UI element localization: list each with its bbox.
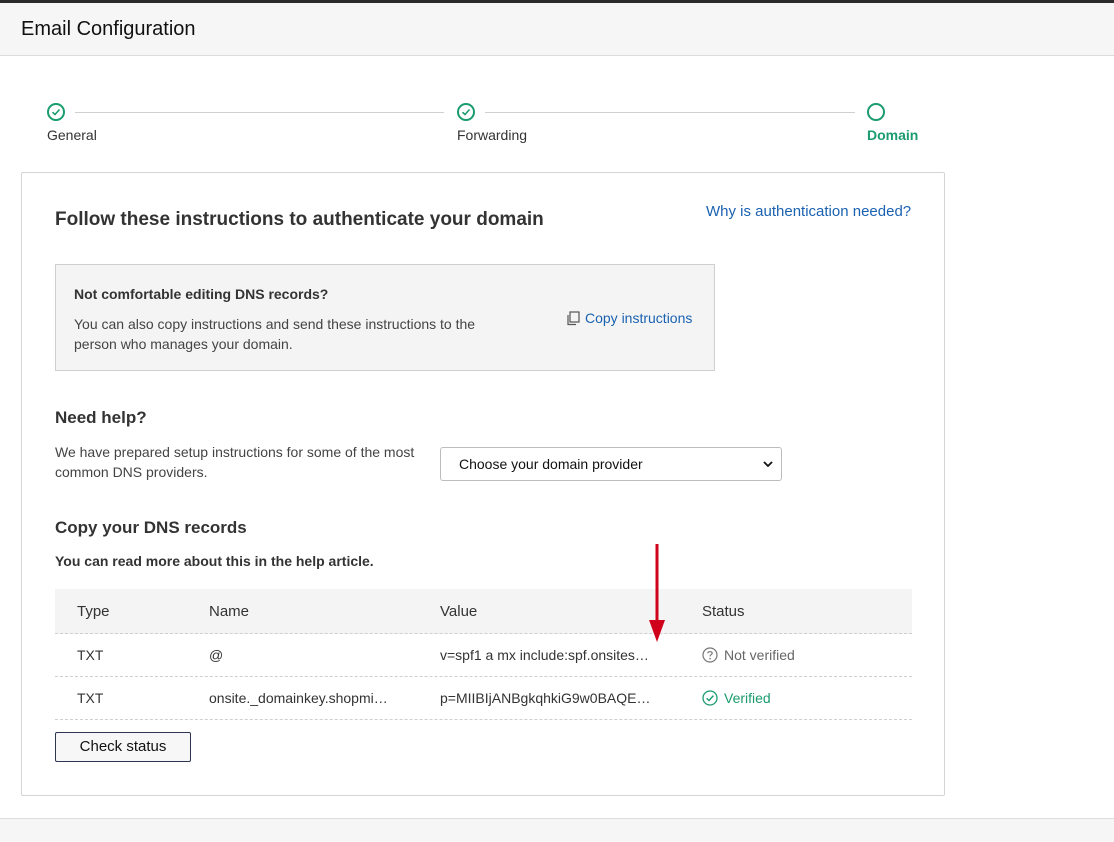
record-type: TXT (77, 647, 104, 663)
copy-instructions-button[interactable]: Copy instructions (566, 310, 692, 326)
record-status: Not verified (702, 647, 795, 663)
column-header-value: Value (440, 603, 478, 620)
why-authentication-link[interactable]: Why is authentication needed? (706, 203, 911, 220)
down-arrow-annotation (649, 544, 665, 642)
copy-instructions-label: Copy instructions (585, 310, 693, 326)
page-header: Email Configuration (0, 3, 1114, 56)
dns-info-box: Not comfortable editing DNS records? You… (55, 264, 715, 371)
step-label: General (47, 127, 97, 143)
record-value[interactable]: v=spf1 a mx include:spf.onsites… (440, 647, 660, 663)
record-name[interactable]: onsite._domainkey.shopmi… (209, 690, 399, 706)
dns-records-table: Type Name Value Status TXT @ v=spf1 a mx… (55, 589, 912, 720)
step-label: Forwarding (457, 127, 528, 143)
record-status: Verified (702, 690, 771, 706)
empty-circle-icon (867, 103, 885, 121)
check-circle-icon (702, 690, 718, 706)
column-header-type: Type (77, 603, 110, 620)
dns-records-subtext: You can read more about this in the help… (55, 553, 374, 569)
check-status-button[interactable]: Check status (55, 732, 191, 762)
info-box-title: Not comfortable editing DNS records? (74, 286, 329, 302)
domain-auth-card: Follow these instructions to authenticat… (21, 172, 945, 796)
need-help-heading: Need help? (55, 408, 147, 427)
record-type: TXT (77, 690, 104, 706)
domain-provider-select[interactable]: Choose your domain provider (440, 447, 782, 481)
page-title: Email Configuration (21, 18, 196, 40)
record-value[interactable]: p=MIIBIjANBgkqhkiG9w0BAQE… (440, 690, 660, 706)
column-header-status: Status (702, 603, 745, 620)
card-title: Follow these instructions to authenticat… (55, 209, 544, 230)
status-text: Verified (724, 690, 771, 706)
table-header: Type Name Value Status (55, 589, 912, 634)
record-name[interactable]: @ (209, 647, 399, 663)
dns-records-heading: Copy your DNS records (55, 518, 247, 537)
chevron-down-icon (763, 461, 773, 468)
step-label: Domain (867, 127, 919, 143)
question-circle-icon (702, 647, 718, 663)
need-help-text: We have prepared setup instructions for … (55, 444, 415, 480)
info-box-text: You can also copy instructions and send … (74, 316, 476, 352)
domain-provider-value: Choose your domain provider (459, 456, 643, 472)
column-header-name: Name (209, 603, 250, 620)
check-circle-icon (457, 103, 475, 121)
footer-strip (0, 818, 1114, 842)
check-circle-icon (47, 103, 65, 121)
table-row: TXT @ v=spf1 a mx include:spf.onsites… N… (55, 634, 912, 677)
copy-icon (567, 310, 580, 325)
step-line-2 (485, 112, 855, 113)
status-text: Not verified (724, 647, 795, 663)
step-line-1 (75, 112, 444, 113)
table-row: TXT onsite._domainkey.shopmi… p=MIIBIjAN… (55, 677, 912, 720)
